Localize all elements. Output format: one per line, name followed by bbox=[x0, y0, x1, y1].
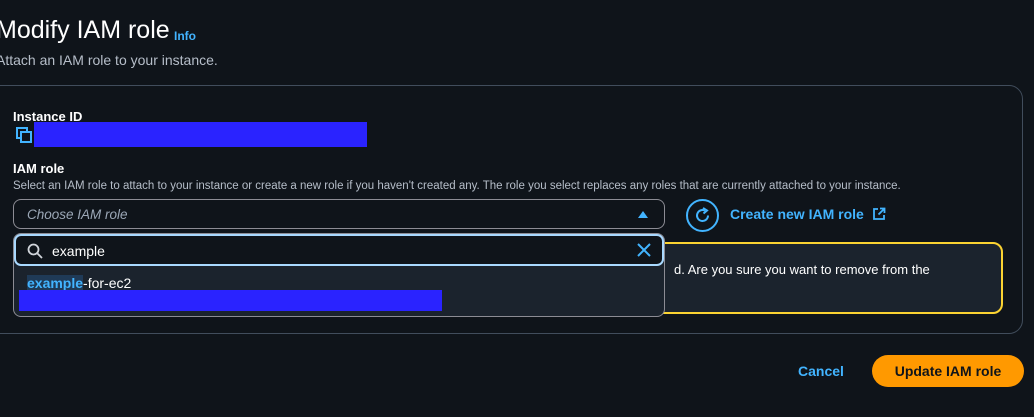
refresh-icon bbox=[696, 207, 709, 222]
option-label-rest: -for-ec2 bbox=[83, 275, 132, 291]
iam-role-select[interactable]: Choose IAM role bbox=[13, 199, 665, 229]
caret-up-icon bbox=[638, 211, 648, 218]
warning-alert: d. Are you sure you want to remove from … bbox=[630, 242, 1003, 314]
create-iam-role-link[interactable]: Create new IAM role bbox=[730, 206, 886, 222]
cancel-button[interactable]: Cancel bbox=[798, 363, 844, 379]
iam-role-dropdown: example example-for-ec2 bbox=[13, 233, 665, 317]
iam-role-select-placeholder: Choose IAM role bbox=[27, 207, 128, 222]
dropdown-search-input[interactable]: example bbox=[14, 234, 664, 266]
external-link-icon bbox=[872, 207, 886, 220]
search-input-value: example bbox=[52, 243, 105, 259]
clear-icon[interactable] bbox=[636, 242, 652, 258]
copy-icon[interactable] bbox=[16, 127, 32, 143]
iam-role-label: IAM role bbox=[13, 161, 65, 176]
instance-id-value-redacted bbox=[34, 122, 367, 147]
page-title: Modify IAM role bbox=[0, 16, 170, 44]
update-iam-role-button[interactable]: Update IAM role bbox=[872, 355, 1024, 387]
option-description-redacted bbox=[19, 290, 442, 311]
info-link[interactable]: Info bbox=[174, 29, 196, 43]
dropdown-option-example-for-ec2[interactable]: example-for-ec2 bbox=[27, 275, 131, 291]
page-subtitle: Attach an IAM role to your instance. bbox=[0, 52, 218, 68]
option-match-highlight: example bbox=[27, 275, 84, 291]
refresh-button[interactable] bbox=[686, 199, 719, 232]
search-icon bbox=[27, 243, 43, 259]
create-iam-role-label: Create new IAM role bbox=[730, 206, 864, 222]
iam-role-description: Select an IAM role to attach to your ins… bbox=[13, 180, 901, 192]
warning-text: d. Are you sure you want to remove from … bbox=[674, 262, 930, 277]
